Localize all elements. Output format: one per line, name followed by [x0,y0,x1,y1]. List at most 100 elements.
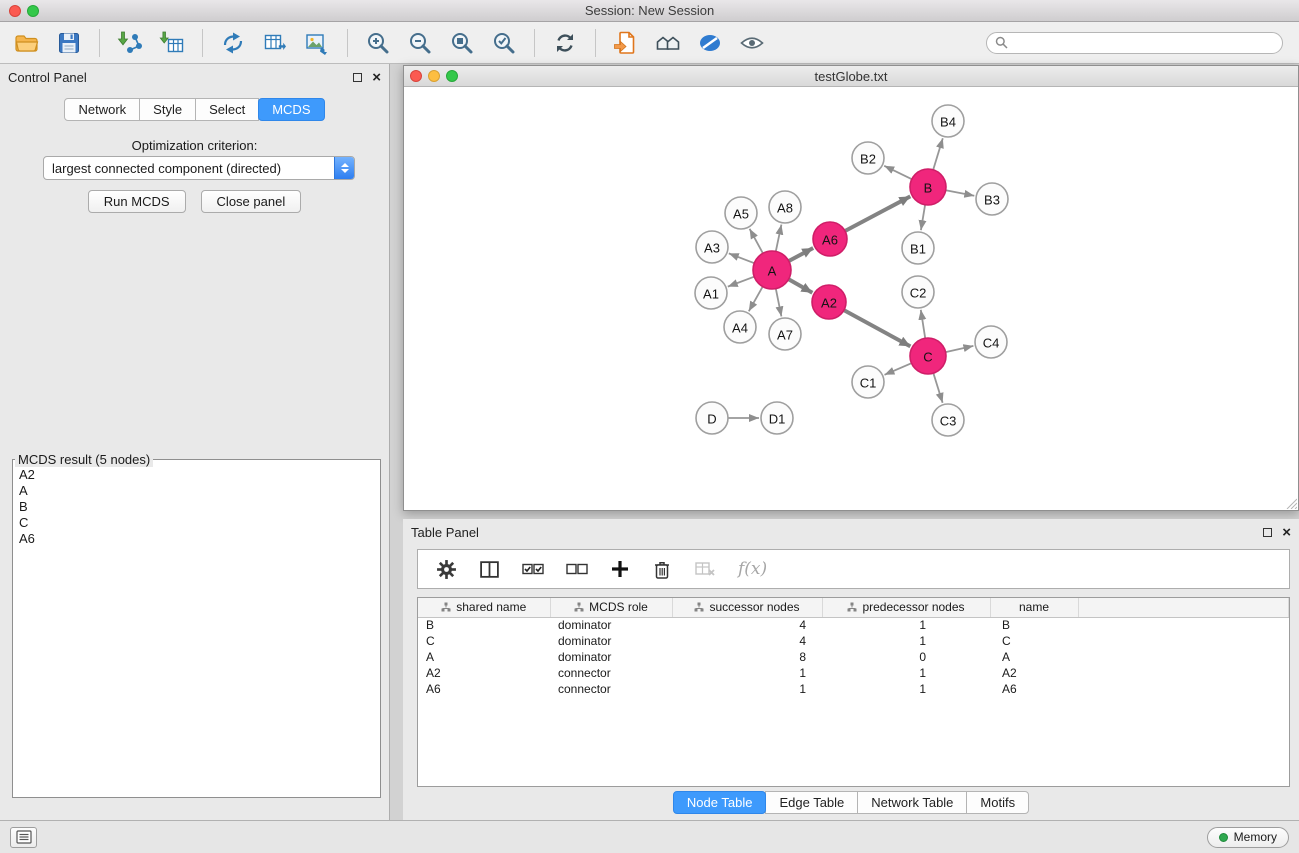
network-node[interactable]: A [753,251,791,289]
network-edge[interactable] [946,190,975,195]
column-header[interactable]: shared name [418,598,550,617]
network-node[interactable]: D1 [761,402,793,434]
column-header[interactable]: name [990,598,1078,617]
criterion-dropdown[interactable]: largest connected component (directed) [43,156,355,180]
network-node[interactable]: C3 [932,404,964,436]
network-node[interactable]: A2 [812,285,846,319]
network-edge[interactable] [729,253,755,263]
network-window-titlebar[interactable]: testGlobe.txt [404,66,1298,87]
network-node[interactable]: A5 [725,197,757,229]
network-node[interactable]: D [696,402,728,434]
column-header[interactable]: successor nodes [672,598,822,617]
task-history-button[interactable] [10,827,37,848]
network-edge[interactable] [884,166,912,179]
add-column-button[interactable] [610,559,630,579]
apply-layout-button[interactable] [544,25,586,61]
network-edge[interactable] [749,287,763,312]
open-recent-button[interactable] [605,25,647,61]
network-node[interactable]: C2 [902,276,934,308]
mcds-result-item[interactable]: C [13,515,380,531]
network-node[interactable]: A4 [724,311,756,343]
tab-node-table[interactable]: Node Table [673,791,767,814]
deselect-all-button[interactable] [566,559,588,579]
table-row[interactable]: Adominator80A [418,649,1289,665]
mcds-result-item[interactable]: A [13,483,380,499]
network-node[interactable]: B3 [976,183,1008,215]
network-node[interactable]: B4 [932,105,964,137]
zoom-out-button[interactable] [399,25,441,61]
home-button[interactable] [647,25,689,61]
show-hide-button[interactable] [731,25,773,61]
network-node[interactable]: A6 [813,222,847,256]
function-builder-button[interactable]: f(x) [738,559,767,579]
zoom-fit-button[interactable] [441,25,483,61]
search-input[interactable] [1013,36,1274,50]
network-node[interactable]: A3 [696,231,728,263]
network-edge[interactable] [789,279,813,292]
mcds-result-item[interactable]: A2 [13,467,380,483]
network-edge[interactable] [728,277,754,287]
network-node[interactable]: C [910,338,946,374]
import-table-button[interactable] [151,25,193,61]
save-session-button[interactable] [48,25,90,61]
network-node[interactable]: A7 [769,318,801,350]
svg-text:D1: D1 [769,412,786,427]
column-header[interactable]: MCDS role [550,598,672,617]
close-panel-icon[interactable]: × [1282,525,1291,540]
tab-style[interactable]: Style [139,98,196,121]
network-edge[interactable] [776,225,782,252]
network-edge[interactable] [885,363,912,375]
export-image-button[interactable] [296,25,338,61]
network-edge[interactable] [844,310,911,346]
network-edge[interactable] [845,196,910,231]
network-canvas[interactable]: A A6 A2 B C A5 A8 A3 A1A4 A7 B2 B4 B3 B1 C2 C4 C1 C3 D D1 [404,87,1298,510]
table-row[interactable]: A6connector11A6 [418,681,1289,697]
new-table-button[interactable] [254,25,296,61]
network-edge[interactable] [776,289,782,317]
graphics-details-button[interactable] [689,25,731,61]
delete-column-button[interactable] [652,559,672,580]
memory-button[interactable]: Memory [1207,827,1289,848]
import-network-button[interactable] [109,25,151,61]
network-node[interactable]: B [910,169,946,205]
tab-mcds[interactable]: MCDS [258,98,324,121]
network-edge[interactable] [921,310,925,338]
network-node[interactable]: C1 [852,366,884,398]
new-network-button[interactable] [212,25,254,61]
tab-network-table[interactable]: Network Table [857,791,967,814]
table-row[interactable]: Bdominator41B [418,617,1289,633]
select-all-button[interactable] [522,559,544,579]
zoom-in-button[interactable] [357,25,399,61]
delete-table-button[interactable] [694,559,716,579]
network-edge[interactable] [933,373,942,403]
float-panel-icon[interactable] [1263,528,1272,537]
network-node[interactable]: A8 [769,191,801,223]
table-settings-button[interactable] [436,559,457,580]
float-panel-icon[interactable] [353,73,362,82]
network-node[interactable]: B2 [852,142,884,174]
open-session-button[interactable] [6,25,48,61]
network-edge[interactable] [946,346,974,352]
network-edge[interactable] [933,138,943,170]
run-mcds-button[interactable]: Run MCDS [88,190,186,213]
network-node[interactable]: B1 [902,232,934,264]
tab-edge-table[interactable]: Edge Table [765,791,858,814]
tab-motifs[interactable]: Motifs [966,791,1029,814]
resize-grip[interactable] [1284,496,1297,509]
table-row[interactable]: A2connector11A2 [418,665,1289,681]
mcds-result-item[interactable]: A6 [13,531,380,547]
close-panel-button[interactable]: Close panel [201,190,302,213]
network-edge[interactable] [789,248,813,261]
network-edge[interactable] [921,205,925,230]
column-header[interactable]: predecessor nodes [822,598,990,617]
network-node[interactable]: A1 [695,277,727,309]
close-panel-icon[interactable]: × [372,70,381,85]
table-row[interactable]: Cdominator41C [418,633,1289,649]
tab-select[interactable]: Select [195,98,259,121]
show-columns-button[interactable] [479,559,500,580]
tab-network[interactable]: Network [64,98,140,121]
network-node[interactable]: C4 [975,326,1007,358]
network-edge[interactable] [750,229,763,254]
mcds-result-item[interactable]: B [13,499,380,515]
zoom-selected-button[interactable] [483,25,525,61]
